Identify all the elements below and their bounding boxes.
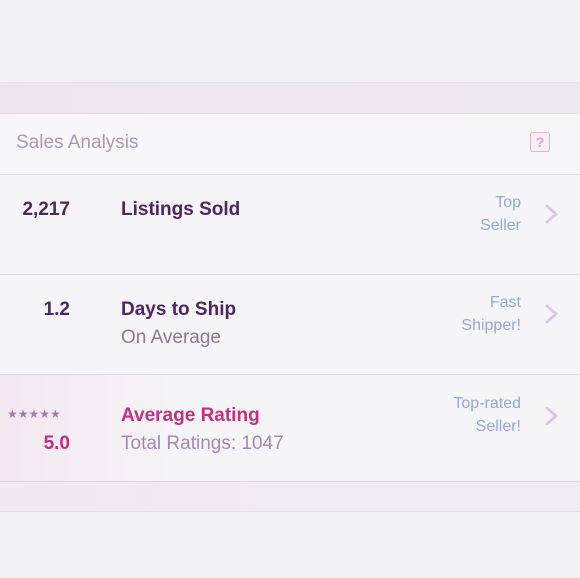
listings-sold-row[interactable]: 2,217 Listings Sold Top Seller — [0, 175, 580, 275]
average-rating-row[interactable]: ★★★★★ 5.0 Average Rating Total Ratings: … — [0, 375, 580, 482]
badge-line-1: Fast — [489, 294, 521, 311]
header-title: Sales Analysis — [16, 132, 139, 153]
chevron-right-icon[interactable] — [543, 404, 561, 428]
badge-line-2: Shipper! — [461, 317, 521, 334]
top-rated-seller-badge: Top-rated Seller! — [401, 392, 521, 438]
badge-line-2: Seller — [480, 217, 521, 234]
listings-sold-label: Listings Sold — [121, 199, 241, 220]
chevron-right-icon[interactable] — [543, 202, 561, 226]
days-to-ship-sublabel: On Average — [121, 327, 222, 348]
days-to-ship-row[interactable]: 1.2 Days to Ship On Average Fast Shipper… — [0, 275, 580, 375]
question-icon: ? — [535, 134, 545, 150]
top-seller-badge: Top Seller — [401, 191, 521, 237]
badge-line-1: Top — [495, 194, 521, 211]
average-rating-label: Average Rating — [121, 405, 260, 426]
total-ratings-label: Total Ratings: 1047 — [121, 433, 284, 454]
top-strip — [0, 83, 580, 114]
average-rating-value: 5.0 — [43, 433, 70, 454]
days-to-ship-label: Days to Ship — [121, 299, 237, 320]
fast-shipper-badge: Fast Shipper! — [401, 291, 521, 337]
badge-line-2: Seller! — [475, 418, 521, 435]
sales-analysis-panel: Sales Analysis ? 2,217 Listings Sold Top… — [0, 82, 580, 512]
chevron-right-icon[interactable] — [543, 302, 561, 326]
bottom-strip — [0, 482, 580, 511]
star-rating-icon: ★★★★★ — [7, 407, 61, 421]
sales-analysis-header: Sales Analysis ? — [0, 114, 580, 175]
days-to-ship-value: 1.2 — [43, 299, 70, 320]
help-button[interactable]: ? — [530, 132, 550, 152]
listings-sold-count: 2,217 — [22, 199, 70, 220]
badge-line-1: Top-rated — [453, 395, 521, 412]
